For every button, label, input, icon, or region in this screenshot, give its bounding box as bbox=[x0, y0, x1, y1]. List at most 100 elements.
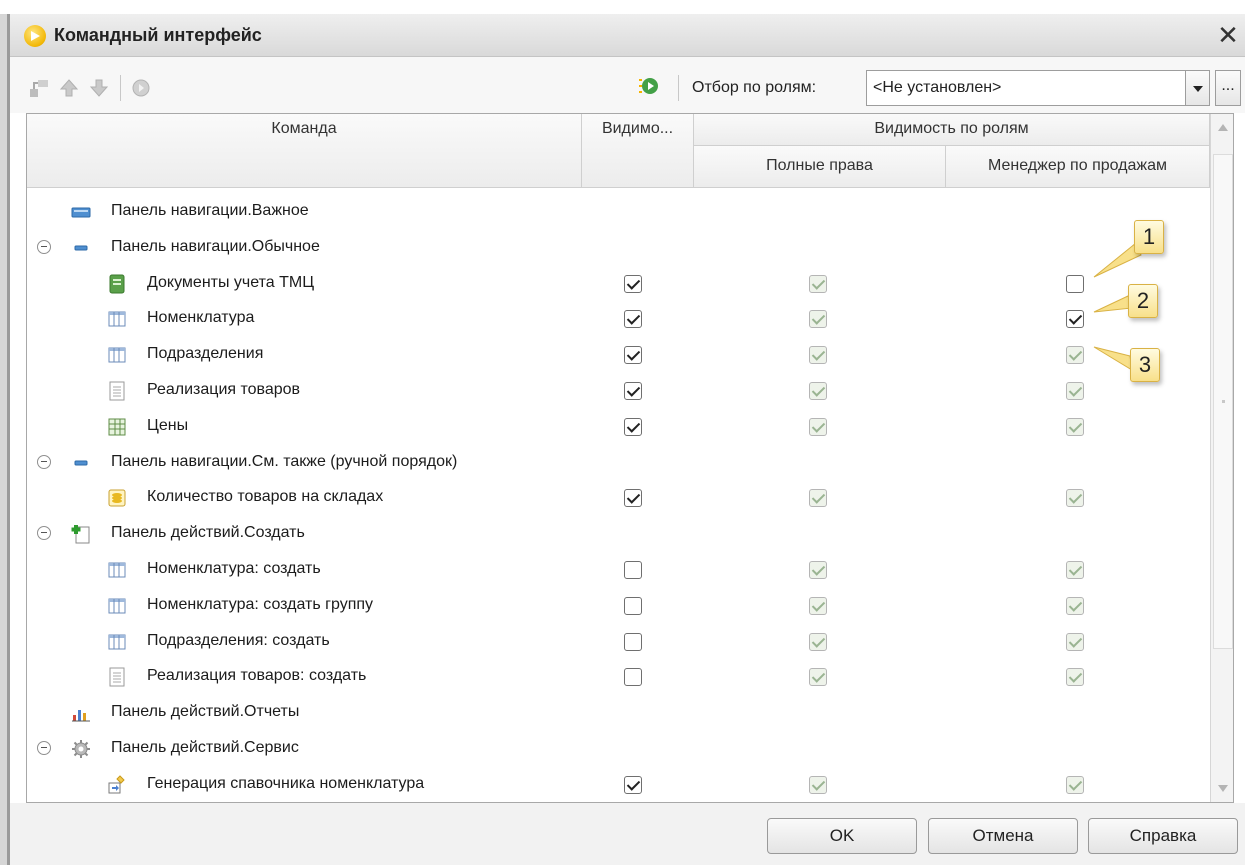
callout-3: 3 bbox=[1130, 348, 1160, 382]
sales-manager-checkbox[interactable] bbox=[1066, 561, 1084, 579]
sales-manager-checkbox[interactable] bbox=[1066, 489, 1084, 508]
role-filter-dropdown-button[interactable] bbox=[1186, 70, 1210, 106]
table-row[interactable]: Реализация товаров bbox=[27, 373, 1210, 408]
full-rights-checkbox[interactable] bbox=[809, 775, 827, 794]
column-header-role-full-rights[interactable]: Полные права bbox=[694, 146, 946, 188]
row-label: Панель действий.Отчеты bbox=[111, 703, 300, 721]
full-rights-checkbox[interactable] bbox=[809, 561, 827, 579]
full-rights-checkbox[interactable] bbox=[809, 417, 827, 436]
visible-checkbox[interactable] bbox=[624, 596, 642, 615]
move-to-group-icon[interactable] bbox=[28, 77, 50, 99]
navigation-panel-icon bbox=[74, 460, 88, 466]
visible-checkbox[interactable] bbox=[624, 489, 642, 508]
row-label: Панель навигации.Обычное bbox=[111, 237, 320, 255]
column-header-command[interactable]: Команда bbox=[27, 114, 582, 188]
toolbar-separator bbox=[120, 75, 121, 101]
collapse-toggle-icon[interactable] bbox=[37, 741, 51, 755]
column-header-visible[interactable]: Видимо... bbox=[582, 114, 694, 188]
sales-manager-checkbox[interactable] bbox=[1066, 596, 1084, 615]
sales-manager-checkbox[interactable] bbox=[1066, 417, 1084, 436]
collapse-toggle-icon[interactable] bbox=[37, 454, 51, 469]
visible-checkbox[interactable] bbox=[624, 346, 642, 365]
scroll-down-button[interactable] bbox=[1211, 776, 1233, 802]
row-label: Цены bbox=[147, 416, 189, 434]
cancel-button[interactable]: Отмена bbox=[928, 818, 1078, 854]
catalog-icon bbox=[108, 598, 126, 614]
visible-checkbox[interactable] bbox=[624, 561, 642, 579]
navigation-panel-important-icon bbox=[71, 207, 91, 218]
collapse-toggle-icon[interactable] bbox=[37, 526, 51, 541]
table-row[interactable]: Панель действий.Сервис bbox=[27, 731, 1210, 766]
service-gear-icon bbox=[72, 740, 90, 758]
scroll-up-button[interactable] bbox=[1211, 114, 1233, 140]
register-icon bbox=[108, 418, 126, 436]
table-row[interactable]: Подразделения bbox=[27, 337, 1210, 372]
catalog-icon bbox=[108, 347, 126, 363]
table-row[interactable]: Номенклатура: создать группу bbox=[27, 588, 1210, 623]
callout-2: 2 bbox=[1128, 284, 1158, 318]
sales-manager-checkbox[interactable] bbox=[1066, 632, 1084, 651]
full-rights-checkbox[interactable] bbox=[809, 632, 827, 651]
table-row[interactable]: Панель действий.Создать bbox=[27, 516, 1210, 551]
apply-filter-icon[interactable] bbox=[638, 75, 660, 97]
create-action-icon bbox=[71, 525, 90, 544]
toolbar-separator bbox=[678, 75, 679, 101]
table-row[interactable]: Цены bbox=[27, 409, 1210, 444]
visible-checkbox[interactable] bbox=[624, 668, 642, 687]
command-interface-window: Командный интерфейс ✕ Отбор по ролям: <Н… bbox=[0, 0, 1245, 865]
full-rights-checkbox[interactable] bbox=[809, 382, 827, 400]
visible-checkbox[interactable] bbox=[624, 382, 642, 400]
table-row[interactable]: Панель навигации.Обычное bbox=[27, 230, 1210, 265]
table-row[interactable]: Количество товаров на складах bbox=[27, 480, 1210, 515]
sales-manager-checkbox[interactable] bbox=[1066, 775, 1084, 794]
table-row[interactable]: Подразделения: создать bbox=[27, 624, 1210, 659]
visible-checkbox[interactable] bbox=[624, 310, 642, 329]
row-label: Номенклатура bbox=[147, 309, 255, 327]
ok-button[interactable]: OK bbox=[767, 818, 917, 854]
column-header-role-sales-manager[interactable]: Менеджер по продажам bbox=[946, 146, 1210, 188]
row-label: Панель навигации.Важное bbox=[111, 202, 309, 219]
visible-checkbox[interactable] bbox=[624, 417, 642, 436]
help-button[interactable]: Справка bbox=[1088, 818, 1238, 854]
subsystem-icon bbox=[109, 274, 125, 294]
commands-table: Команда Видимо... Видимость по ролям Пол… bbox=[26, 113, 1234, 803]
title-bar: Командный интерфейс ✕ bbox=[10, 14, 1245, 57]
reports-icon bbox=[72, 710, 90, 722]
collapse-toggle-icon[interactable] bbox=[37, 239, 51, 254]
table-row[interactable]: Номенклатура: создать bbox=[27, 552, 1210, 587]
restore-default-icon[interactable] bbox=[130, 77, 152, 99]
document-icon bbox=[109, 667, 125, 687]
full-rights-checkbox[interactable] bbox=[809, 274, 827, 293]
full-rights-checkbox[interactable] bbox=[809, 596, 827, 615]
sales-manager-checkbox[interactable] bbox=[1066, 668, 1084, 687]
close-button[interactable]: ✕ bbox=[1213, 20, 1243, 50]
table-row[interactable]: Панель действий.Отчеты bbox=[27, 695, 1210, 730]
full-rights-checkbox[interactable] bbox=[809, 346, 827, 365]
full-rights-checkbox[interactable] bbox=[809, 489, 827, 508]
row-label: Реализация товаров: создать bbox=[147, 667, 367, 685]
move-down-icon[interactable] bbox=[88, 77, 110, 99]
table-row[interactable]: Панель навигации.См. также (ручной поряд… bbox=[27, 445, 1210, 480]
visible-checkbox[interactable] bbox=[624, 775, 642, 794]
toolbar: Отбор по ролям: <Не установлен> ... bbox=[10, 57, 1245, 113]
full-rights-checkbox[interactable] bbox=[809, 668, 827, 687]
catalog-icon bbox=[108, 562, 126, 578]
table-row[interactable]: Реализация товаров: создать bbox=[27, 659, 1210, 694]
row-label: Реализация товаров bbox=[147, 381, 301, 398]
dialog-footer: OK Отмена Справка bbox=[10, 803, 1245, 865]
role-filter-input[interactable]: <Не установлен> bbox=[866, 70, 1186, 106]
table-row[interactable]: Панель навигации.Важное bbox=[27, 194, 1210, 229]
full-rights-checkbox[interactable] bbox=[809, 310, 827, 329]
visible-checkbox[interactable] bbox=[624, 274, 642, 293]
app-logo-icon bbox=[24, 25, 46, 47]
navigation-panel-icon bbox=[74, 245, 88, 251]
table-row[interactable]: Номенклатура bbox=[27, 301, 1210, 336]
visible-checkbox[interactable] bbox=[624, 632, 642, 651]
table-row[interactable]: Документы учета ТМЦ bbox=[27, 266, 1210, 301]
catalog-icon bbox=[108, 311, 126, 327]
row-label: Подразделения: создать bbox=[147, 631, 330, 649]
accumulation-register-icon bbox=[108, 489, 126, 507]
move-up-icon[interactable] bbox=[58, 77, 80, 99]
table-row[interactable]: Генерация спавочника номенклатура bbox=[27, 767, 1210, 802]
role-filter-select-button[interactable]: ... bbox=[1215, 70, 1241, 106]
